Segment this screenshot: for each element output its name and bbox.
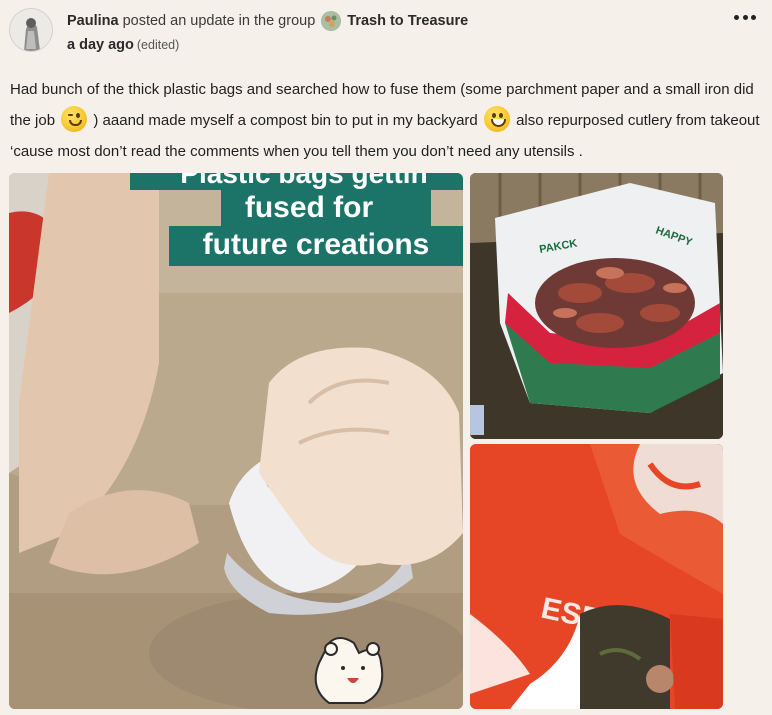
edited-label: (edited) — [136, 38, 180, 52]
red-bag-photo: ESPPETI — [470, 444, 723, 709]
group-name-link[interactable]: Trash to Treasure — [347, 11, 468, 31]
post-timestamp[interactable]: a day ago — [67, 37, 134, 53]
post-photo-2[interactable]: HAPPY PAKCK — [470, 173, 723, 439]
post-body: Had bunch of the thick plastic bags and … — [10, 74, 762, 167]
author-name[interactable]: Paulina — [67, 11, 119, 31]
winking-face-icon — [61, 106, 88, 132]
post-header: Paulina posted an update in the group Tr… — [67, 11, 468, 31]
avatar-image — [10, 9, 52, 51]
compost-bin-photo: HAPPY PAKCK — [470, 173, 723, 439]
avatar[interactable] — [9, 8, 53, 52]
overlay-text-line2: fused for — [244, 191, 374, 224]
more-options-icon[interactable] — [734, 10, 756, 24]
post-action-text: posted an update in the group — [122, 13, 316, 29]
post-meta: a day ago (edited) — [67, 35, 179, 55]
grinning-face-icon — [483, 106, 510, 132]
group-avatar-icon[interactable] — [321, 11, 342, 31]
post-photo-1[interactable]: Plastic bags gettin fused for future cre… — [9, 173, 463, 709]
post-text-part2: ) aaand made myself a compost bin to put… — [93, 112, 478, 129]
overlay-text-line3: future creations — [202, 228, 430, 261]
post-photo-3[interactable]: ESPPETI — [470, 444, 723, 709]
